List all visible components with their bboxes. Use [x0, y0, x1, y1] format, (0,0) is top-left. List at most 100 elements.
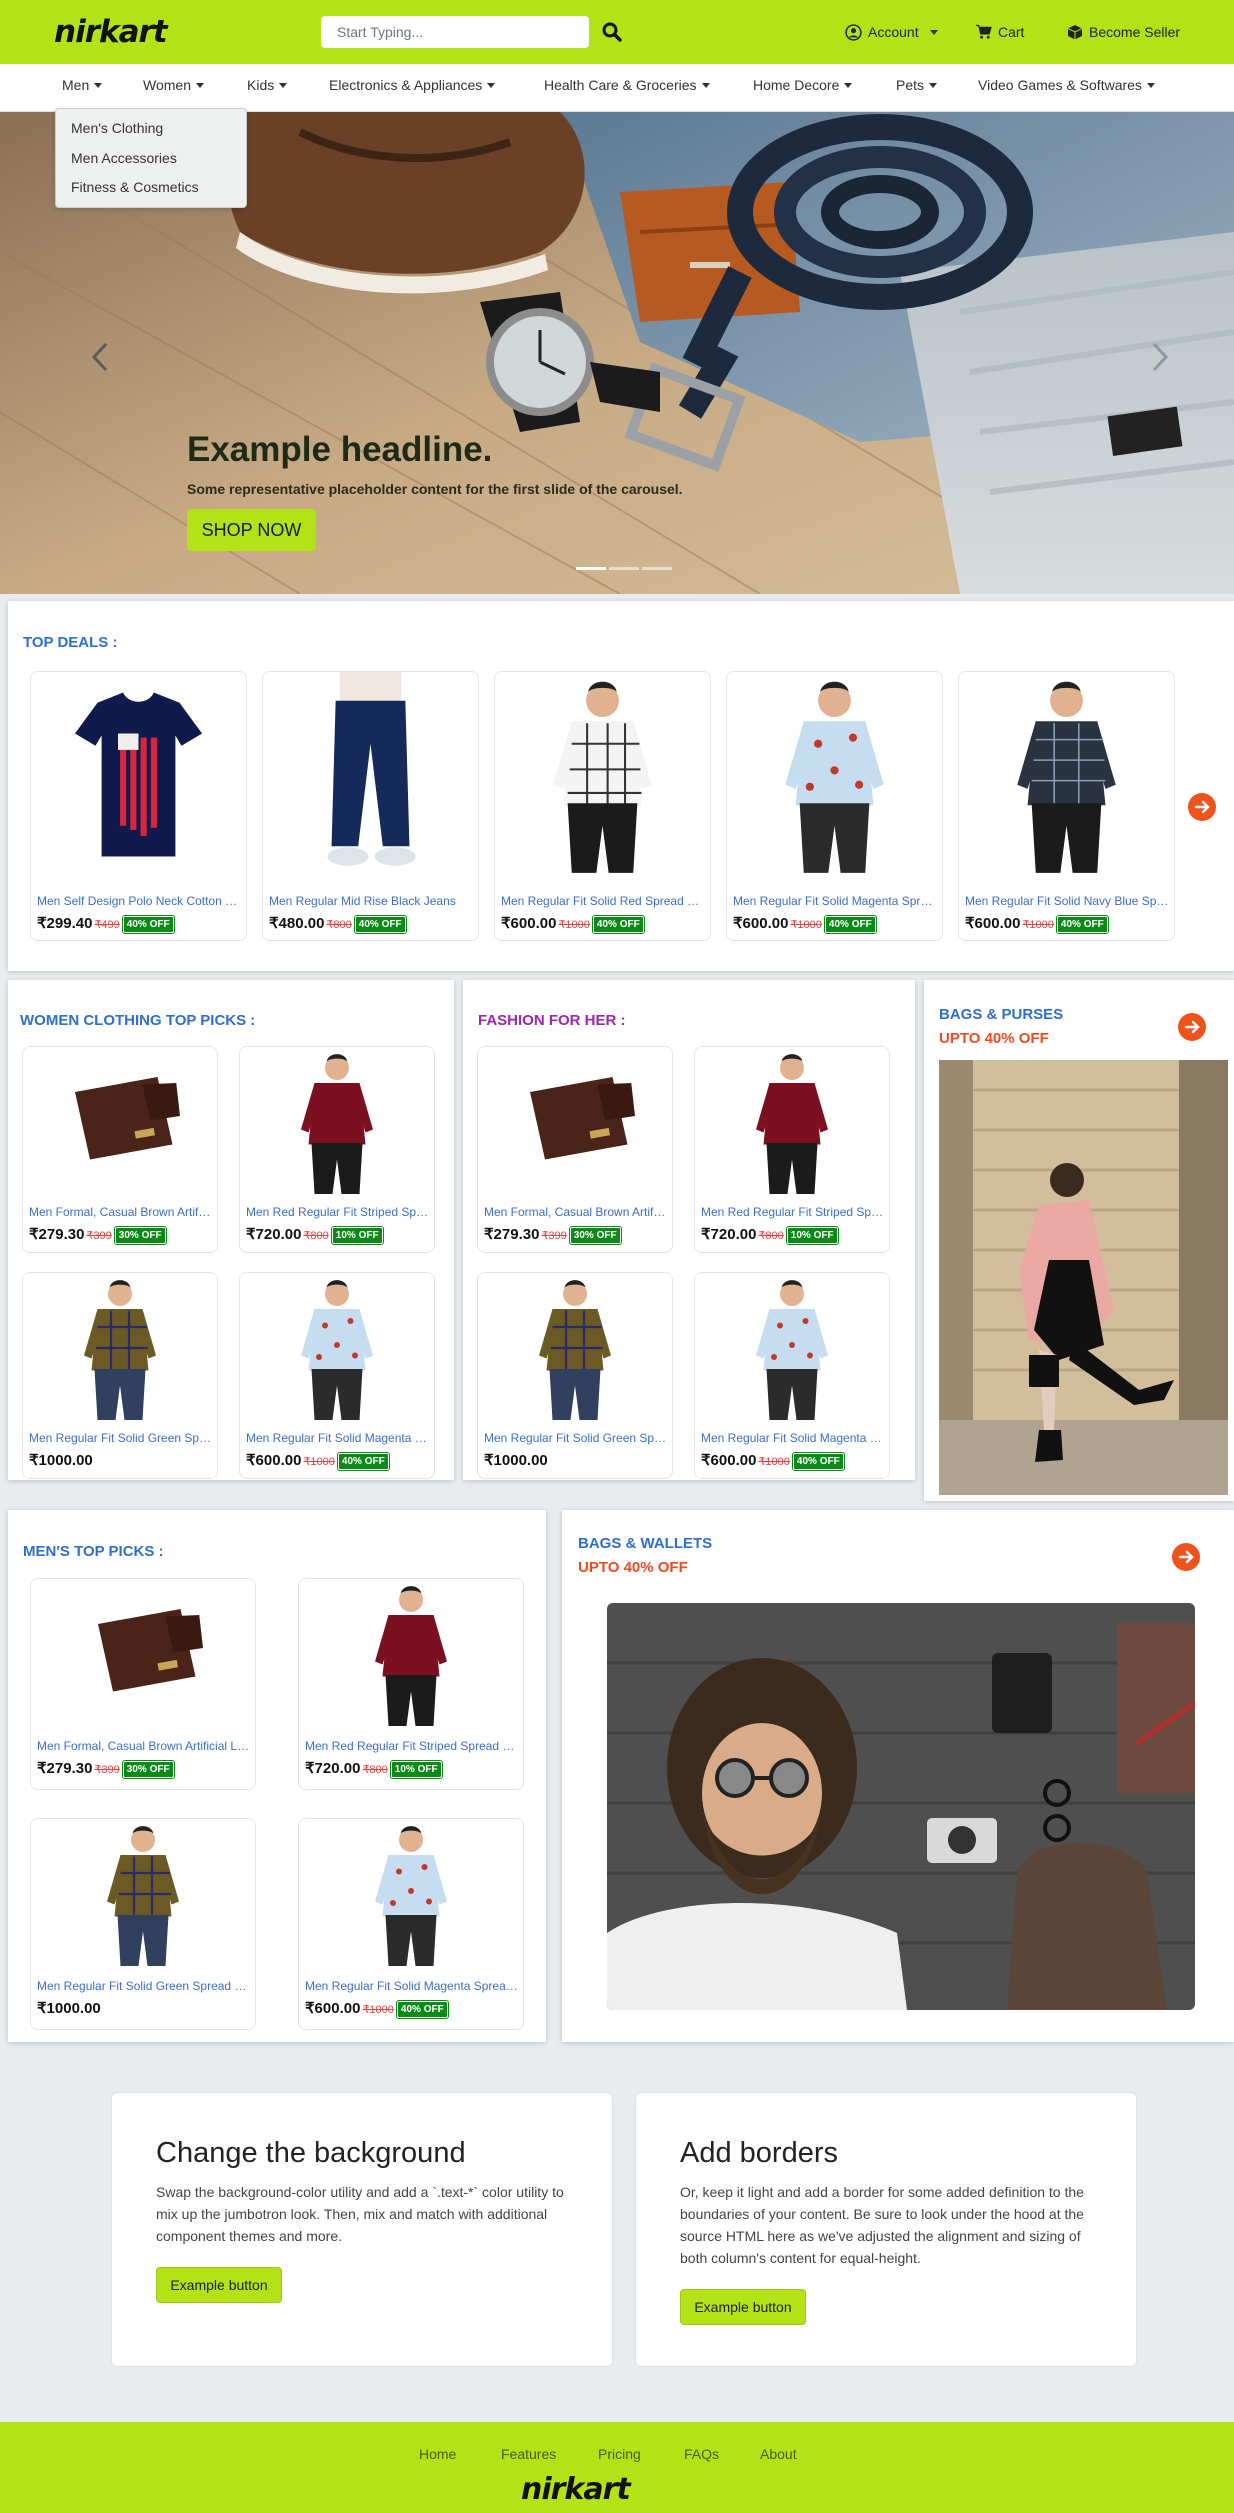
product-card[interactable]: Men Regular Fit Solid Magenta Spread Col… — [239, 1272, 435, 1479]
bags-wallets-section: BAGS & WALLETS UPTO 40% OFF — [562, 1510, 1234, 2042]
section-title: WOMEN CLOTHING TOP PICKS : — [20, 1012, 256, 1029]
product-name[interactable]: Men Regular Fit Solid Magenta Spread Col… — [701, 1431, 885, 1445]
product-name[interactable]: Men Regular Fit Solid Magenta Spread Col… — [246, 1431, 430, 1445]
category-men-label: Men — [62, 77, 90, 93]
product-name[interactable]: Men Regular Mid Rise Black Jeans — [269, 894, 474, 908]
product-name[interactable]: Men Self Design Polo Neck Cotton Blend T… — [37, 894, 242, 908]
footer-link-features[interactable]: Features — [501, 2446, 556, 2462]
dropdown-item-fitness[interactable]: Fitness & Cosmetics — [71, 179, 199, 195]
product-card[interactable]: Men Red Regular Fit Striped Spread Colla… — [239, 1046, 435, 1253]
footer-link-faqs[interactable]: FAQs — [684, 2446, 719, 2462]
footer-link-home[interactable]: Home — [419, 2446, 456, 2462]
example-button[interactable]: Example button — [680, 2289, 806, 2325]
product-name[interactable]: Men Regular Fit Solid Magenta Spread Col… — [733, 894, 938, 908]
search-input[interactable] — [321, 16, 589, 48]
product-card[interactable]: Men Regular Fit Solid Magenta Spread Col… — [694, 1272, 890, 1479]
product-name[interactable]: Men Regular Fit Solid Red Spread Collar … — [501, 894, 706, 908]
example-button[interactable]: Example button — [156, 2267, 282, 2303]
product-card[interactable]: Men Red Regular Fit Striped Spread Colla… — [694, 1046, 890, 1253]
original-price: ₹1000 — [790, 919, 822, 931]
product-card[interactable]: Men Formal, Casual Brown Artificial Leat… — [30, 1578, 256, 1790]
price-value: ₹600.00 — [701, 1452, 757, 1469]
category-kids[interactable]: Kids — [247, 77, 288, 93]
product-card[interactable]: Men Regular Fit Solid Red Spread Collar … — [494, 671, 711, 941]
category-women[interactable]: Women — [143, 77, 204, 93]
category-home[interactable]: Home Decore — [753, 77, 853, 93]
category-health[interactable]: Health Care & Groceries — [544, 77, 710, 93]
product-card[interactable]: Men Regular Fit Solid Navy Blue Spread C… — [958, 671, 1175, 941]
product-card[interactable]: Men Red Regular Fit Striped Spread Colla… — [298, 1578, 524, 1790]
footer-link-pricing[interactable]: Pricing — [598, 2446, 641, 2462]
product-name[interactable]: Men Regular Fit Solid Magenta Spread Col… — [305, 1979, 519, 1993]
next-arrow-icon[interactable] — [1178, 1013, 1206, 1041]
category-kids-label: Kids — [247, 77, 275, 93]
carousel-next-icon[interactable] — [1140, 332, 1180, 382]
product-card[interactable]: Men Regular Fit Solid Green Spread Colla… — [30, 1818, 256, 2030]
product-card[interactable]: Men Regular Fit Solid Green Spread Colla… — [477, 1272, 673, 1479]
category-health-label: Health Care & Groceries — [544, 77, 697, 93]
product-name[interactable]: Men Red Regular Fit Striped Spread Colla… — [701, 1205, 885, 1219]
carousel-indicator-3[interactable] — [642, 567, 672, 570]
product-price: ₹600.00 ₹1000 40% OFF — [733, 914, 877, 934]
chevron-down-icon — [701, 83, 710, 88]
product-name[interactable]: Men Regular Fit Solid Navy Blue Spread C… — [965, 894, 1170, 908]
product-card[interactable]: Men Regular Mid Rise Black Jeans ₹480.00 ₹… — [262, 671, 479, 941]
category-pets[interactable]: Pets — [896, 77, 938, 93]
original-price: ₹1000 — [758, 1456, 790, 1468]
discount-badge: 40% OFF — [1055, 915, 1109, 934]
discount-badge: 40% OFF — [591, 915, 645, 934]
product-price: ₹1000.00 — [484, 1451, 548, 1469]
footer-logo[interactable]: nirkart — [521, 2472, 631, 2507]
original-price: ₹499 — [94, 919, 120, 931]
bags-purses-section: BAGS & PURSES UPTO 40% OFF — [924, 980, 1234, 1501]
category-games[interactable]: Video Games & Softwares — [978, 77, 1155, 93]
product-name[interactable]: Men Formal, Casual Brown Artificial Leat… — [29, 1205, 213, 1219]
discount-badge: 30% OFF — [568, 1226, 622, 1245]
product-price: ₹299.40 ₹499 40% OFF — [37, 914, 175, 934]
product-card[interactable]: Men Self Design Polo Neck Cotton Blend T… — [30, 671, 247, 941]
category-men[interactable]: Men — [62, 77, 103, 93]
product-name[interactable]: Men Regular Fit Solid Green Spread Colla… — [37, 1979, 251, 1993]
carousel-indicator-2[interactable] — [609, 567, 639, 570]
next-arrow-icon[interactable] — [1172, 1543, 1200, 1571]
product-name[interactable]: Men Regular Fit Solid Green Spread Colla… — [29, 1431, 213, 1445]
dropdown-item-men-accessories[interactable]: Men Accessories — [71, 150, 177, 166]
woman-coat-photo[interactable] — [939, 1060, 1228, 1495]
price-value: ₹279.30 — [484, 1226, 540, 1243]
cart-link[interactable]: Cart — [975, 20, 1024, 44]
product-card[interactable]: Men Formal, Casual Brown Artificial Leat… — [477, 1046, 673, 1253]
original-price: ₹800 — [362, 1764, 388, 1776]
product-price: ₹720.00 ₹800 10% OFF — [305, 1759, 443, 1779]
product-name[interactable]: Men Red Regular Fit Striped Spread Colla… — [246, 1205, 430, 1219]
product-card[interactable]: Men Regular Fit Solid Green Spread Colla… — [22, 1272, 218, 1479]
user-circle-icon — [845, 23, 862, 41]
account-menu[interactable]: Account — [845, 20, 938, 44]
category-electronics[interactable]: Electronics & Appliances — [329, 77, 496, 93]
product-card[interactable]: Men Regular Fit Solid Magenta Spread Col… — [298, 1818, 524, 2030]
jumbotron-title: Add borders — [680, 2137, 838, 2169]
dropdown-item-mens-clothing[interactable]: Men's Clothing — [71, 120, 163, 136]
brand-logo[interactable]: nirkart — [54, 14, 168, 50]
product-card[interactable]: Men Regular Fit Solid Magenta Spread Col… — [726, 671, 943, 941]
product-card[interactable]: Men Formal, Casual Brown Artificial Leat… — [22, 1046, 218, 1253]
product-name[interactable]: Men Regular Fit Solid Green Spread Colla… — [484, 1431, 668, 1445]
product-price: ₹600.00 ₹1000 40% OFF — [501, 914, 645, 934]
search-icon[interactable] — [600, 20, 624, 44]
chevron-down-icon — [929, 29, 938, 35]
footer: Home Features Pricing FAQs About nirkart — [0, 2422, 1234, 2513]
carousel-prev-icon[interactable] — [80, 332, 120, 382]
product-name[interactable]: Men Formal, Casual Brown Artificial Leat… — [484, 1205, 668, 1219]
shop-now-button[interactable]: SHOP NOW — [187, 509, 316, 551]
carousel-indicator-1[interactable] — [576, 567, 606, 570]
section-title: FASHION FOR HER : — [478, 1012, 626, 1029]
become-seller-link[interactable]: Become Seller — [1067, 20, 1180, 44]
product-name[interactable]: Men Red Regular Fit Striped Spread Colla… — [305, 1739, 519, 1753]
product-name[interactable]: Men Formal, Casual Brown Artificial Leat… — [37, 1739, 251, 1753]
next-arrow-icon[interactable] — [1188, 793, 1216, 821]
bearded-man-photo[interactable] — [607, 1603, 1195, 2010]
discount-badge: 40% OFF — [121, 915, 175, 934]
box-icon — [1067, 25, 1083, 40]
footer-link-about[interactable]: About — [760, 2446, 797, 2462]
original-price: ₹800 — [758, 1230, 784, 1242]
account-label: Account — [868, 24, 919, 40]
